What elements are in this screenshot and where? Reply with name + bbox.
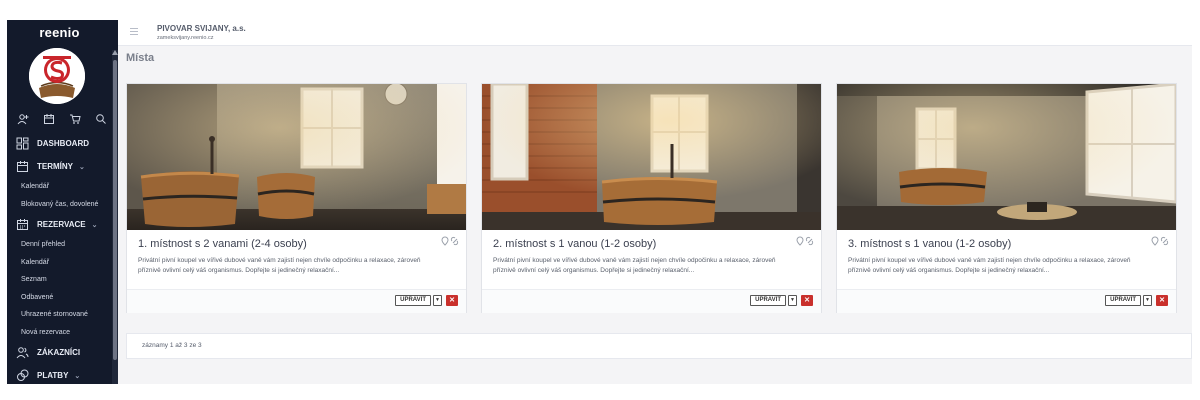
sidebar-subitem-nova-rezervace[interactable]: Nová rezervace <box>7 324 112 342</box>
place-photo[interactable] <box>482 84 821 230</box>
brand-logo-text[interactable]: reenio <box>7 25 112 40</box>
place-name[interactable]: 2. místnost s 1 vanou (1-2 osoby) <box>493 238 656 250</box>
sidebar-subitem-seznam[interactable]: Seznam <box>7 271 112 289</box>
location-link-icons <box>796 233 816 246</box>
sidebar: reenio DASHBOARD TERMÍNY ⌄ Kalendář Blok… <box>7 20 118 384</box>
app-window: reenio DASHBOARD TERMÍNY ⌄ Kalendář Blok… <box>7 20 1192 384</box>
menu-icon[interactable] <box>130 28 138 35</box>
place-card[interactable]: 1. místnost s 2 vanami (2-4 osoby) Privá… <box>126 83 467 313</box>
sidebar-item-label: PLATBY <box>37 371 69 380</box>
sidebar-item-label: REZERVACE <box>37 220 86 229</box>
quick-actions <box>17 112 107 126</box>
company-logo <box>29 48 85 104</box>
calendar-icon <box>16 160 29 173</box>
sidebar-item-dashboard[interactable]: DASHBOARD <box>7 132 112 155</box>
cart-icon[interactable] <box>69 112 81 124</box>
top-header: PIVOVAR SVIJANY, a.s. zameksvijany.reeni… <box>118 20 1192 46</box>
search-icon[interactable] <box>95 112 107 124</box>
sidebar-scrollbar[interactable] <box>112 50 118 384</box>
card-actions: UPRAVIT ▼ ✕ <box>1105 295 1168 306</box>
location-link-icons <box>441 233 461 246</box>
place-name[interactable]: 1. místnost s 2 vanami (2-4 osoby) <box>138 238 307 250</box>
sidebar-subitem-denni-prehled[interactable]: Denní přehled <box>7 236 112 254</box>
sidebar-subitem-odbavene[interactable]: Odbavené <box>7 289 112 307</box>
chevron-down-icon: ⌄ <box>79 163 85 171</box>
sidebar-nav: DASHBOARD TERMÍNY ⌄ Kalendář Blokovaný č… <box>7 132 112 384</box>
pagination-bar: záznamy 1 až 3 ze 3 <box>126 333 1192 359</box>
place-description: Privátní pivní koupel ve vířivé dubové v… <box>493 257 776 274</box>
place-description: Privátní pivní koupel ve vířivé dubové v… <box>848 257 1131 274</box>
scrollbar-thumb[interactable] <box>113 60 117 360</box>
page-title: Místa <box>126 52 155 64</box>
sidebar-subitem-kalendar[interactable]: Kalendář <box>7 254 112 272</box>
company-name: PIVOVAR SVIJANY, a.s. <box>157 24 246 33</box>
edit-button[interactable]: UPRAVIT <box>395 295 431 306</box>
sidebar-subitem-uhrazene-stornovane[interactable]: Uhrazené stornované <box>7 306 112 324</box>
caret-down-icon[interactable]: ▼ <box>1143 295 1152 306</box>
place-photo[interactable] <box>127 84 466 230</box>
card-actions: UPRAVIT ▼ ✕ <box>395 295 458 306</box>
pagination-summary: záznamy 1 až 3 ze 3 <box>142 342 202 349</box>
add-user-icon[interactable] <box>17 112 29 125</box>
company-subdomain: zameksvijany.reenio.cz <box>157 35 214 41</box>
place-photo[interactable] <box>837 84 1176 230</box>
card-footer: UPRAVIT ▼ ✕ <box>837 289 1176 313</box>
card-footer: UPRAVIT ▼ ✕ <box>482 289 821 313</box>
calendar-icon <box>16 218 29 231</box>
edit-button[interactable]: UPRAVIT <box>1105 295 1141 306</box>
card-actions: UPRAVIT ▼ ✕ <box>750 295 813 306</box>
sidebar-item-terminy[interactable]: TERMÍNY ⌄ <box>7 155 112 178</box>
chevron-down-icon: ⌄ <box>74 372 81 380</box>
sidebar-subitem-blokovany-cas[interactable]: Blokovaný čas, dovolené <box>7 196 112 214</box>
sidebar-item-zakaznici[interactable]: ZÁKAZNÍCI <box>7 341 112 364</box>
caret-down-icon[interactable]: ▼ <box>433 295 442 306</box>
sidebar-subitem-kalendar[interactable]: Kalendář <box>7 178 112 196</box>
delete-button[interactable]: ✕ <box>446 295 458 306</box>
place-card[interactable]: 3. místnost s 1 vanou (1-2 osoby) Privát… <box>836 83 1177 313</box>
delete-button[interactable]: ✕ <box>1156 295 1168 306</box>
card-footer: UPRAVIT ▼ ✕ <box>127 289 466 313</box>
location-link-icons <box>1151 233 1171 246</box>
sidebar-item-label: ZÁKAZNÍCI <box>37 348 81 357</box>
scroll-up-icon[interactable] <box>112 50 118 55</box>
coins-icon <box>16 369 29 382</box>
delete-button[interactable]: ✕ <box>801 295 813 306</box>
edit-button[interactable]: UPRAVIT <box>750 295 786 306</box>
place-description: Privátní pivní koupel ve vířivé dubové v… <box>138 257 421 274</box>
dashboard-icon <box>16 137 29 150</box>
sidebar-item-platby[interactable]: PLATBY ⌄ <box>7 364 112 384</box>
sidebar-item-rezervace[interactable]: REZERVACE ⌄ <box>7 213 112 236</box>
place-name[interactable]: 3. místnost s 1 vanou (1-2 osoby) <box>848 238 1011 250</box>
sidebar-item-label: TERMÍNY <box>37 162 73 171</box>
calendar-icon[interactable] <box>43 112 55 124</box>
chevron-down-icon: ⌄ <box>91 221 98 229</box>
caret-down-icon[interactable]: ▼ <box>788 295 797 306</box>
users-icon <box>16 346 29 359</box>
sidebar-item-label: DASHBOARD <box>37 139 89 148</box>
place-card[interactable]: 2. místnost s 1 vanou (1-2 osoby) Privát… <box>481 83 822 313</box>
